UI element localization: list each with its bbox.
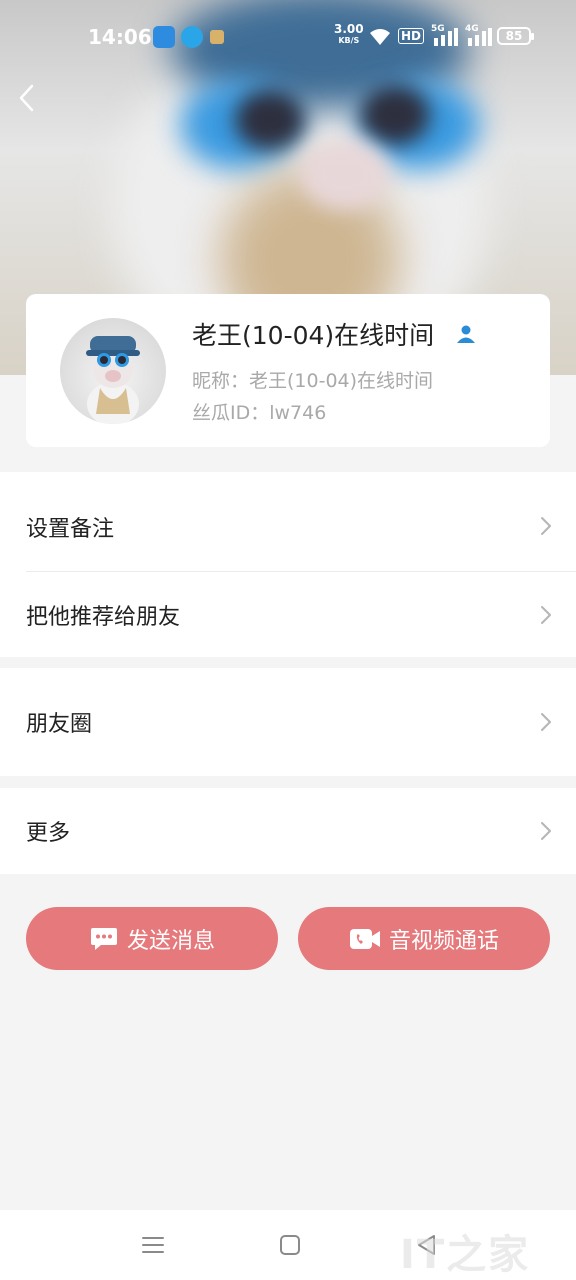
status-bar: 14:06 3.00 KB/S HD 5G 4G 85 <box>0 0 576 70</box>
more-item[interactable]: 更多 <box>0 788 576 874</box>
hd-icon: HD <box>398 28 425 44</box>
av-call-label: 音视频通话 <box>388 928 499 954</box>
watermark: IT之家 <box>400 1232 531 1278</box>
network-speed: 3.00 KB/S <box>334 22 364 45</box>
set-remark-label: 设置备注 <box>26 517 115 542</box>
menu-group-contact: 设置备注 把他推荐给朋友 <box>0 472 576 657</box>
more-label: 更多 <box>26 821 71 846</box>
avatar-illustration <box>86 336 140 424</box>
menu-icon[interactable] <box>138 1230 168 1260</box>
profile-name: 老王(10-04)在线时间 <box>192 321 435 350</box>
app-notification-icon <box>210 30 224 44</box>
moments-item[interactable]: 朋友圈 <box>0 668 576 776</box>
menu-group-moments: 朋友圈 <box>0 668 576 776</box>
back-button[interactable] <box>6 78 46 118</box>
chevron-right-icon <box>541 606 551 624</box>
chevron-right-icon <box>541 822 551 840</box>
send-message-label: 发送消息 <box>126 928 215 954</box>
send-message-button[interactable]: 发送消息 <box>26 907 278 970</box>
moments-label: 朋友圈 <box>26 712 93 737</box>
nickname-text: 昵称：老王(10-04)在线时间 <box>192 370 434 392</box>
app-notification-icon <box>153 26 175 48</box>
wifi-icon <box>370 29 390 45</box>
avatar[interactable] <box>60 318 166 424</box>
set-remark-item[interactable]: 设置备注 <box>0 483 576 571</box>
menu-group-more: 更多 <box>0 788 576 874</box>
profile-card: 老王(10-04)在线时间 昵称：老王(10-04)在线时间 丝瓜ID：lw74… <box>26 294 550 447</box>
recommend-label: 把他推荐给朋友 <box>26 604 181 630</box>
status-time: 14:06 <box>88 25 152 49</box>
signal-icon <box>468 28 492 46</box>
app-notification-icon <box>181 26 203 48</box>
contact-icon <box>457 325 475 343</box>
battery-indicator: 85 <box>497 27 534 45</box>
signal-icon <box>434 28 458 46</box>
recommend-item[interactable]: 把他推荐给朋友 <box>0 572 576 657</box>
av-call-button[interactable]: 音视频通话 <box>298 907 550 970</box>
chat-bubble-icon <box>90 927 117 950</box>
video-call-icon <box>349 928 380 949</box>
user-id-text: 丝瓜ID：lw746 <box>192 402 327 424</box>
home-icon[interactable] <box>275 1230 305 1260</box>
chevron-right-icon <box>541 713 551 731</box>
chevron-left-icon <box>19 84 34 112</box>
chevron-right-icon <box>541 517 551 535</box>
